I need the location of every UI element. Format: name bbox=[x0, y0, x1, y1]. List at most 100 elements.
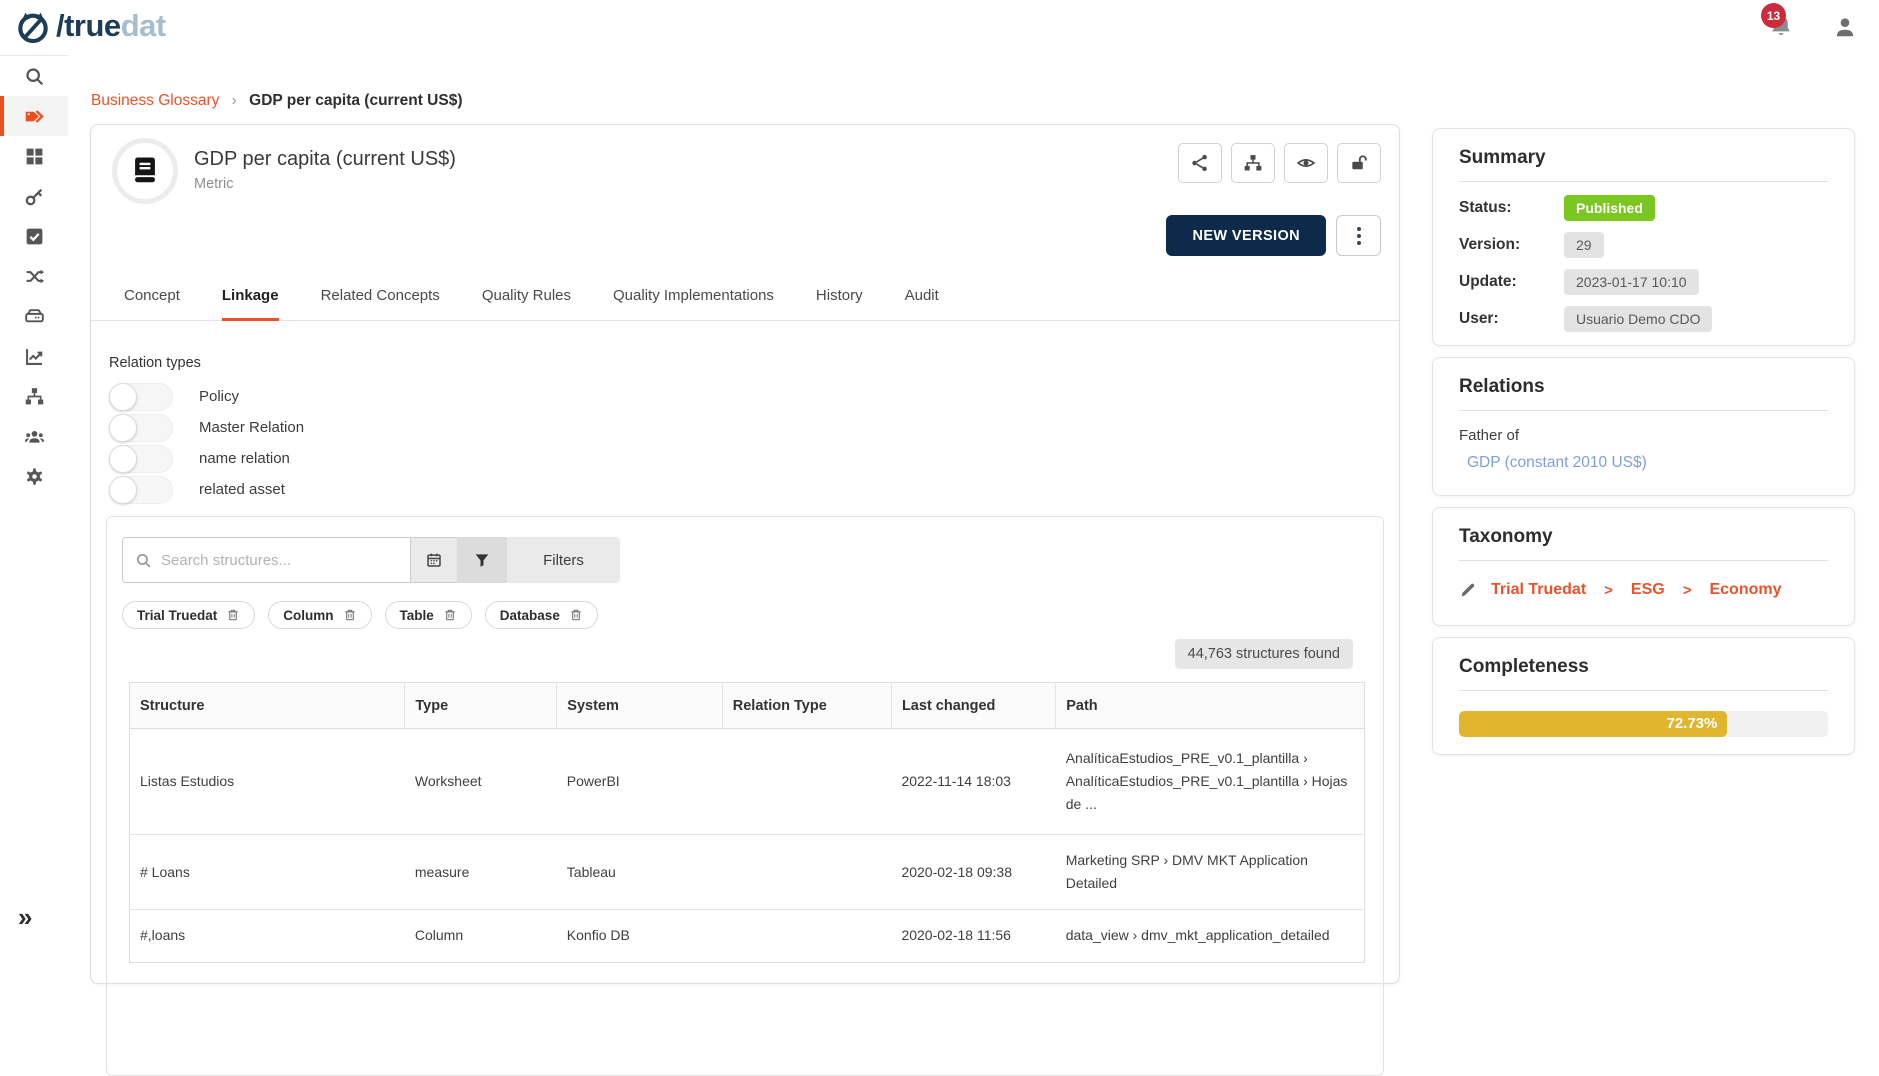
summary-title: Summary bbox=[1459, 147, 1828, 182]
user-menu-button[interactable] bbox=[1832, 14, 1860, 42]
sidebar-item-lineage[interactable] bbox=[0, 256, 68, 296]
completeness-progress-track: 72.73% bbox=[1459, 711, 1828, 737]
taxonomy-separator: > bbox=[1604, 582, 1613, 599]
sidebar-expand-button[interactable]: » bbox=[18, 904, 32, 930]
table-row[interactable]: # Loans measure Tableau 2020-02-18 09:38… bbox=[130, 835, 1365, 910]
sidebar-item-permissions[interactable] bbox=[0, 176, 68, 216]
column-header-structure[interactable]: Structure bbox=[130, 683, 405, 729]
taxonomy-link-leaf[interactable]: Economy bbox=[1709, 581, 1781, 599]
sidebar-item-search[interactable] bbox=[0, 56, 68, 96]
trash-icon[interactable] bbox=[443, 608, 457, 622]
chip-label: Trial Truedat bbox=[137, 608, 217, 623]
shuffle-icon bbox=[24, 266, 45, 287]
page-title: GDP per capita (current US$) bbox=[194, 148, 456, 171]
breadcrumb-current: GDP per capita (current US$) bbox=[249, 92, 462, 109]
sidebar-item-users[interactable] bbox=[0, 416, 68, 456]
filter-chip-trial-truedat[interactable]: Trial Truedat bbox=[122, 601, 255, 629]
pencil-icon[interactable] bbox=[1459, 581, 1477, 599]
cell-type: Column bbox=[405, 910, 557, 962]
new-version-button[interactable]: NEW VERSION bbox=[1166, 215, 1326, 256]
trash-icon[interactable] bbox=[569, 608, 583, 622]
filter-chip-table[interactable]: Table bbox=[385, 601, 472, 629]
sidebar-item-structures[interactable] bbox=[0, 296, 68, 336]
cell-structure: #,loans bbox=[130, 910, 405, 962]
column-header-last-changed[interactable]: Last changed bbox=[891, 683, 1055, 729]
calendar-icon bbox=[425, 551, 443, 569]
users-icon bbox=[24, 426, 45, 447]
table-row[interactable]: #,loans Column Konfio DB 2020-02-18 11:5… bbox=[130, 910, 1365, 962]
relation-types-filter: Relation types Policy Master Relation na… bbox=[109, 355, 304, 505]
search-icon bbox=[135, 552, 152, 569]
taxonomy-link-subdomain[interactable]: ESG bbox=[1631, 581, 1665, 599]
tab-related-concepts[interactable]: Related Concepts bbox=[321, 287, 440, 320]
check-square-icon bbox=[24, 226, 45, 247]
book-icon bbox=[128, 154, 162, 188]
column-header-relation-type[interactable]: Relation Type bbox=[722, 683, 891, 729]
update-badge: 2023-01-17 10:10 bbox=[1564, 269, 1699, 295]
unlock-icon bbox=[1349, 153, 1369, 173]
sidebar-item-dashboards[interactable] bbox=[0, 136, 68, 176]
cell-system: PowerBI bbox=[557, 729, 722, 835]
breadcrumb-parent-link[interactable]: Business Glossary bbox=[91, 92, 219, 109]
table-row[interactable]: Listas Estudios Worksheet PowerBI 2022-1… bbox=[130, 729, 1365, 835]
chip-label: Column bbox=[283, 608, 333, 623]
lineage-button[interactable] bbox=[1231, 143, 1275, 183]
toggle-name-relation[interactable] bbox=[109, 445, 173, 473]
structures-table: Structure Type System Relation Type Last… bbox=[129, 682, 1365, 963]
key-icon bbox=[24, 186, 45, 207]
filter-toggle-button[interactable] bbox=[457, 537, 507, 583]
more-actions-button[interactable] bbox=[1336, 215, 1381, 256]
unlock-button[interactable] bbox=[1337, 143, 1381, 183]
cell-structure: # Loans bbox=[130, 835, 405, 910]
trash-icon[interactable] bbox=[226, 608, 240, 622]
tab-concept[interactable]: Concept bbox=[124, 287, 180, 320]
column-header-type[interactable]: Type bbox=[405, 683, 557, 729]
notifications-button[interactable]: 13 bbox=[1768, 13, 1798, 43]
tab-history[interactable]: History bbox=[816, 287, 863, 320]
share-button[interactable] bbox=[1178, 143, 1222, 183]
tab-quality-implementations[interactable]: Quality Implementations bbox=[613, 287, 774, 320]
toggle-policy[interactable] bbox=[109, 383, 173, 411]
column-header-path[interactable]: Path bbox=[1056, 683, 1365, 729]
cell-relation-type bbox=[722, 729, 891, 835]
taxonomy-link-domain[interactable]: Trial Truedat bbox=[1491, 581, 1586, 599]
relations-title: Relations bbox=[1459, 376, 1828, 411]
sidebar-item-quality[interactable] bbox=[0, 216, 68, 256]
cell-last-changed: 2020-02-18 09:38 bbox=[891, 835, 1055, 910]
toggle-related-asset[interactable] bbox=[109, 476, 173, 504]
completeness-progress-fill: 72.73% bbox=[1459, 711, 1727, 737]
tab-quality-rules[interactable]: Quality Rules bbox=[482, 287, 571, 320]
filter-chip-column[interactable]: Column bbox=[268, 601, 371, 629]
sidebar-item-glossary[interactable] bbox=[0, 96, 68, 136]
entity-actions: NEW VERSION bbox=[1166, 215, 1381, 256]
summary-panel: Summary Status:Published Version:29 Upda… bbox=[1432, 128, 1855, 346]
related-concept-link[interactable]: GDP (constant 2010 US$) bbox=[1467, 454, 1828, 472]
cell-type: Worksheet bbox=[405, 729, 557, 835]
search-input-wrap bbox=[122, 537, 410, 583]
toggle-label: related asset bbox=[199, 481, 285, 498]
cell-relation-type bbox=[722, 835, 891, 910]
sidebar-item-settings[interactable] bbox=[0, 456, 68, 496]
table-header-row: Structure Type System Relation Type Last… bbox=[130, 683, 1365, 729]
trash-icon[interactable] bbox=[343, 608, 357, 622]
completeness-panel: Completeness 72.73% bbox=[1432, 637, 1855, 755]
chip-label: Table bbox=[400, 608, 434, 623]
filter-chip-database[interactable]: Database bbox=[485, 601, 598, 629]
breadcrumb-separator: › bbox=[232, 92, 237, 109]
taxonomy-separator: > bbox=[1683, 582, 1692, 599]
cell-path: Marketing SRP › DMV MKT Application Deta… bbox=[1056, 835, 1365, 910]
search-structures-input[interactable] bbox=[161, 552, 398, 569]
tab-audit[interactable]: Audit bbox=[905, 287, 939, 320]
grid-icon bbox=[24, 146, 45, 167]
sidebar-item-analytics[interactable] bbox=[0, 336, 68, 376]
cell-type: measure bbox=[405, 835, 557, 910]
relations-panel: Relations Father of GDP (constant 2010 U… bbox=[1432, 357, 1855, 496]
tab-linkage[interactable]: Linkage bbox=[222, 287, 279, 321]
filters-button[interactable]: Filters bbox=[507, 537, 620, 583]
sidebar-item-taxonomy[interactable] bbox=[0, 376, 68, 416]
toggle-master-relation[interactable] bbox=[109, 414, 173, 442]
column-header-system[interactable]: System bbox=[557, 683, 722, 729]
watch-button[interactable] bbox=[1284, 143, 1328, 183]
user-icon bbox=[1832, 14, 1858, 40]
date-filter-button[interactable] bbox=[410, 537, 457, 583]
